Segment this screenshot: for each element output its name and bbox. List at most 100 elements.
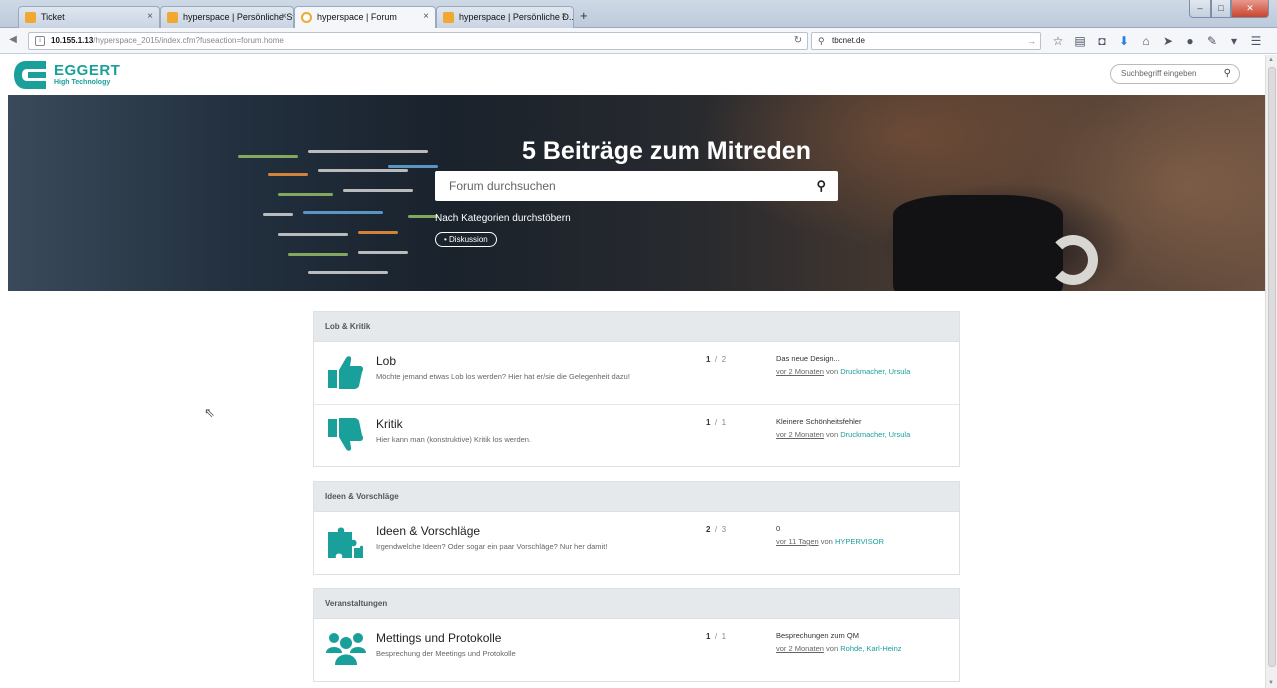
forum-title[interactable]: Ideen & Vorschläge <box>376 524 480 538</box>
group-icon <box>326 631 366 667</box>
search-icon[interactable]: ⚲ <box>816 171 826 201</box>
search-go-icon[interactable]: → <box>1027 33 1036 49</box>
last-post-title[interactable]: Das neue Design... <box>776 354 840 363</box>
section-title: Ideen & Vorschläge <box>314 482 959 512</box>
category-pill-label: Diskussion <box>449 235 488 244</box>
maximize-button[interactable]: □ <box>1211 0 1231 18</box>
new-tab-button[interactable]: + <box>580 8 588 23</box>
category-pill-diskussion[interactable]: • Diskussion <box>435 232 497 247</box>
tab-forum[interactable]: hyperspace | Forum × <box>294 6 436 29</box>
search-icon[interactable]: ⚲ <box>1224 65 1231 83</box>
website: EGGERT High Technology Suchbegriff einge… <box>0 55 1265 688</box>
last-post-meta: vor 2 Monaten von Rohde, Karl-Heinz <box>776 644 902 653</box>
tab-close-icon[interactable]: × <box>423 7 429 27</box>
last-post-author[interactable]: Druckmacher, Ursula <box>840 367 910 376</box>
site-search-placeholder: Suchbegriff eingeben <box>1121 69 1197 78</box>
last-post-time[interactable]: vor 11 Tagen <box>776 537 819 546</box>
tab-label: hyperspace | Forum <box>317 12 397 22</box>
tab-close-icon[interactable]: × <box>561 7 567 27</box>
close-window-button[interactable]: ✕ <box>1231 0 1269 18</box>
reading-list-icon[interactable]: ▤ <box>1072 32 1088 50</box>
forum-row-kritik[interactable]: Kritik Hier kann man (konstruktive) Krit… <box>314 404 959 466</box>
dropdown-icon[interactable]: ▾ <box>1226 32 1242 50</box>
browser-nav-bar: ◀ i 10.155.1.13/hyperspace_2015/index.cf… <box>0 28 1277 54</box>
site-search-input[interactable]: Suchbegriff eingeben ⚲ <box>1110 64 1240 84</box>
count-separator: / <box>714 525 718 534</box>
forum-search-input[interactable]: Forum durchsuchen ⚲ <box>435 171 838 201</box>
last-post-time[interactable]: vor 2 Monaten <box>776 430 824 439</box>
tab-close-icon[interactable]: × <box>147 7 153 27</box>
topic-count: 1 <box>706 418 711 427</box>
back-icon[interactable]: ◀ <box>5 32 21 48</box>
last-post-title[interactable]: 0 <box>776 524 780 533</box>
bookmark-star-icon[interactable]: ☆ <box>1050 32 1066 50</box>
home-icon[interactable]: ⌂ <box>1138 32 1154 50</box>
post-count: 1 <box>721 632 727 641</box>
last-post-title[interactable]: Besprechungen zum QM <box>776 631 859 640</box>
browser-search-bar[interactable]: ⚲ tbcnet.de → <box>811 32 1041 50</box>
last-post-meta: vor 2 Monaten von Druckmacher, Ursula <box>776 430 910 439</box>
hyperspace-favicon-icon <box>443 12 454 23</box>
last-post-time[interactable]: vor 2 Monaten <box>776 367 824 376</box>
last-post-meta: vor 11 Tagen von HYPERVISOR <box>776 537 884 546</box>
tab-close-icon[interactable]: × <box>281 7 287 27</box>
last-post-author[interactable]: Druckmacher, Ursula <box>840 430 910 439</box>
minimize-button[interactable]: – <box>1189 0 1211 18</box>
mouse-cursor-icon: ⇖ <box>204 405 215 420</box>
forum-description: Möchte jemand etwas Lob los werden? Hier… <box>376 372 630 381</box>
scroll-up-icon[interactable]: ▲ <box>1268 57 1274 63</box>
download-icon[interactable]: ⬇ <box>1116 32 1132 50</box>
thumbs-down-icon <box>326 417 364 453</box>
count-separator: / <box>714 418 718 427</box>
count-separator: / <box>714 355 718 364</box>
section-title: Veranstaltungen <box>314 589 959 619</box>
last-post-author[interactable]: Rohde, Karl-Heinz <box>840 644 901 653</box>
scrollbar-thumb[interactable] <box>1268 67 1276 667</box>
tab-label: hyperspace | Persönliche D... <box>459 12 574 22</box>
topic-count: 1 <box>706 355 711 364</box>
categories-label: Nach Kategorien durchstöbern <box>435 213 571 224</box>
post-count: 2 <box>721 355 727 364</box>
by-label: von <box>820 537 833 546</box>
tab-persoenliche-st[interactable]: hyperspace | Persönliche St... × <box>160 6 294 28</box>
chat-icon[interactable]: ● <box>1182 32 1198 50</box>
browser-search-value: tbcnet.de <box>832 36 865 45</box>
topic-count: 1 <box>706 632 711 641</box>
last-post-title[interactable]: Kleinere Schönheitsfehler <box>776 417 861 426</box>
tab-persoenliche-d[interactable]: hyperspace | Persönliche D... × <box>436 6 574 28</box>
coffee-mug-image <box>893 195 1063 291</box>
site-identity-icon[interactable]: i <box>35 36 45 46</box>
by-label: von <box>826 367 839 376</box>
reload-icon[interactable]: ↻ <box>788 32 808 50</box>
extension-icon[interactable]: ✎ <box>1204 32 1220 50</box>
address-bar[interactable]: i 10.155.1.13/hyperspace_2015/index.cfm?… <box>28 32 808 50</box>
last-post-author[interactable]: HYPERVISOR <box>835 537 884 546</box>
forum-title[interactable]: Lob <box>376 354 396 368</box>
pocket-icon[interactable]: ◘ <box>1094 32 1110 50</box>
forum-section-lob-kritik: Lob & Kritik Lob Möchte jemand etwas Lob… <box>313 311 960 467</box>
forum-description: Hier kann man (konstruktive) Kritik los … <box>376 435 532 444</box>
logo-brand: EGGERT <box>54 61 121 79</box>
forum-title[interactable]: Kritik <box>376 417 403 431</box>
eggert-logo[interactable]: EGGERT High Technology <box>12 59 120 91</box>
forum-search-placeholder: Forum durchsuchen <box>449 179 556 193</box>
forum-description: Irgendwelche Ideen? Oder sogar ein paar … <box>376 542 608 551</box>
tab-ticket[interactable]: Ticket × <box>18 6 160 28</box>
scroll-down-icon[interactable]: ▼ <box>1268 680 1274 686</box>
forum-row-lob[interactable]: Lob Möchte jemand etwas Lob los werden? … <box>314 342 959 404</box>
post-count: 1 <box>721 418 727 427</box>
browser-tab-bar: Ticket × hyperspace | Persönliche St... … <box>0 0 1277 29</box>
hero-title: 5 Beiträge zum Mitreden <box>522 137 811 165</box>
topic-count: 2 <box>706 525 711 534</box>
ticket-favicon-icon <box>25 12 36 23</box>
hyperspace-favicon-icon <box>167 12 178 23</box>
forum-row-ideen[interactable]: Ideen & Vorschläge Irgendwelche Ideen? O… <box>314 512 959 574</box>
forum-counts: 2 / 3 <box>706 525 726 534</box>
menu-icon[interactable]: ☰ <box>1248 32 1264 50</box>
send-icon[interactable]: ➤ <box>1160 32 1176 50</box>
forum-title[interactable]: Mettings und Protokolle <box>376 631 501 645</box>
section-title: Lob & Kritik <box>314 312 959 342</box>
forum-row-mettings[interactable]: Mettings und Protokolle Besprechung der … <box>314 619 959 681</box>
page-scrollbar[interactable]: ▲ ▼ <box>1265 55 1277 688</box>
last-post-time[interactable]: vor 2 Monaten <box>776 644 824 653</box>
